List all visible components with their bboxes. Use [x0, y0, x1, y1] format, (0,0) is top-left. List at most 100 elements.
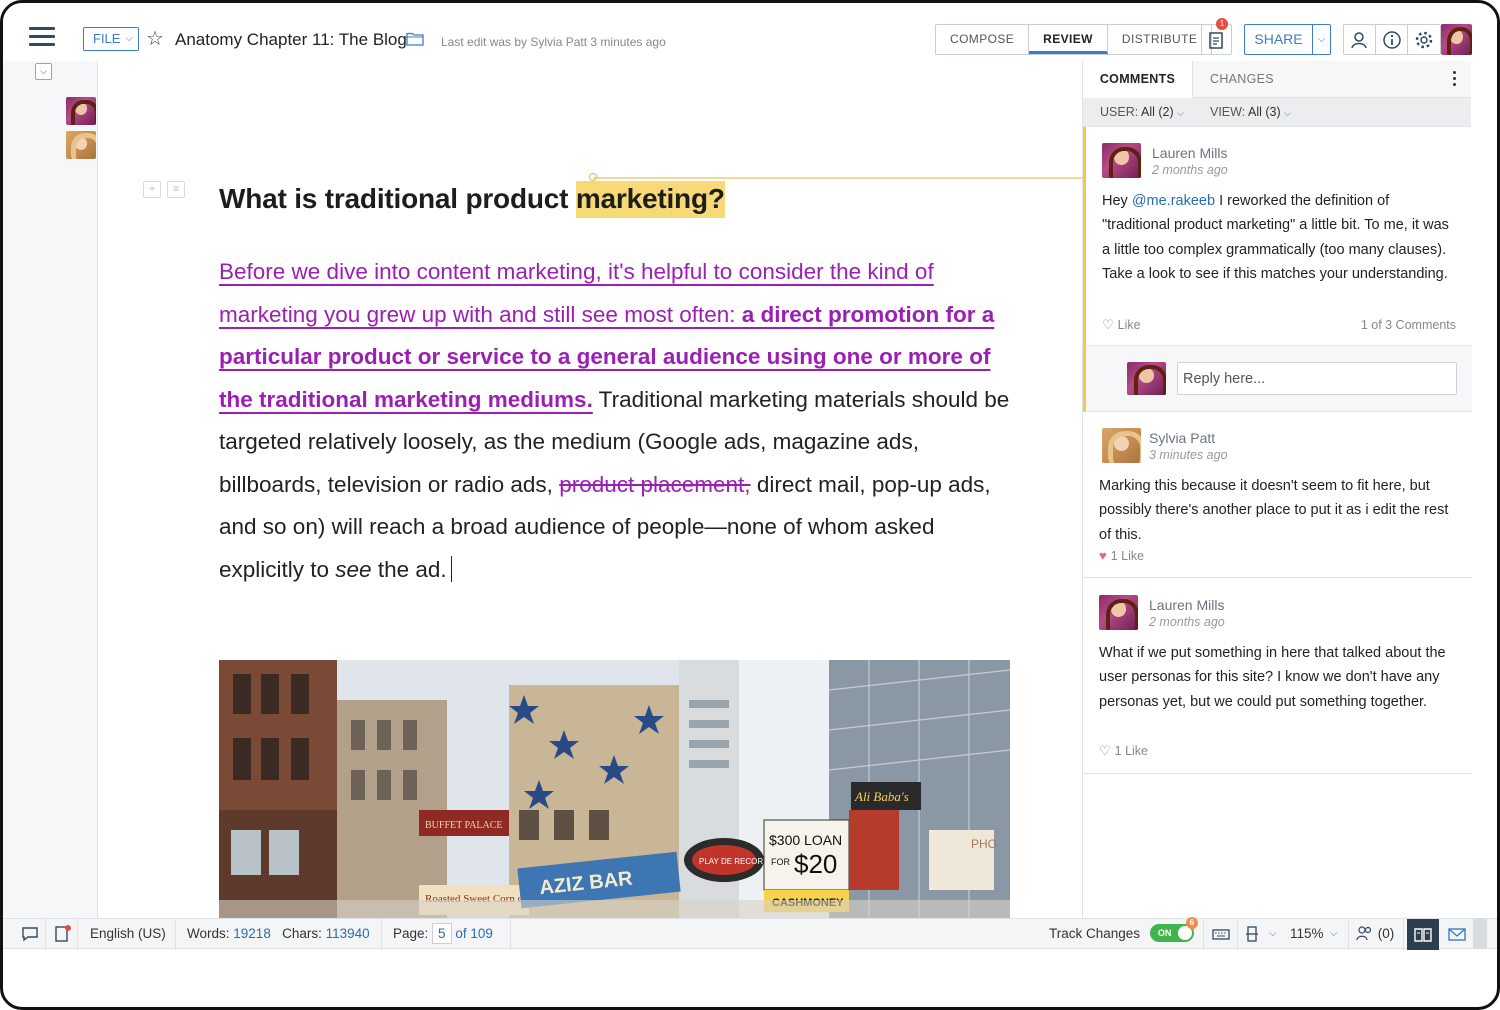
- gear-icon: [1415, 31, 1433, 48]
- heart-filled-icon: ♥: [1099, 548, 1107, 563]
- document-editor[interactable]: + ≡ What is traditional product marketin…: [99, 61, 1081, 918]
- sign-twenty: $20: [794, 849, 837, 879]
- divider: [1403, 919, 1404, 950]
- like-label: 1 Like: [1110, 549, 1145, 563]
- collaborators-count: (0): [1377, 926, 1395, 941]
- divider: [1348, 919, 1349, 950]
- notifications-button[interactable]: 1: [1201, 18, 1232, 55]
- document-error-icon[interactable]: [53, 925, 73, 943]
- avatar: [1127, 362, 1166, 395]
- comment-counter: 1 of 3 Comments: [1360, 318, 1456, 332]
- chevron-down-icon[interactable]: ⌵: [1269, 919, 1277, 950]
- tab-review[interactable]: REVIEW: [1029, 25, 1108, 54]
- commented-highlight[interactable]: marketing?: [575, 181, 725, 218]
- scrollbar[interactable]: [1473, 918, 1487, 949]
- user-mention-link[interactable]: @me.rakeeb: [1132, 193, 1215, 209]
- current-user-avatar[interactable]: [1441, 24, 1472, 55]
- track-changes-toggle[interactable]: ON 6: [1149, 917, 1198, 942]
- add-block-icon[interactable]: +: [143, 181, 161, 198]
- settings-button[interactable]: [1408, 25, 1440, 54]
- tab-comments[interactable]: COMMENTS: [1083, 61, 1193, 98]
- star-icon[interactable]: ☆: [146, 27, 164, 51]
- view-filter-dropdown[interactable]: VIEW: All (3) ⌵: [1210, 105, 1291, 119]
- sign-buffet-palace: BUFFET PALACE: [425, 820, 503, 831]
- chevron-down-icon: ⌵: [1284, 108, 1291, 118]
- like-button[interactable]: ♡ Like: [1102, 317, 1141, 333]
- words-label: Words:: [187, 926, 230, 941]
- folder-icon[interactable]: [406, 31, 424, 46]
- like-label: Like: [1117, 318, 1141, 332]
- comments-panel: COMMENTS CHANGES USER: All (2) ⌵ VIEW: A…: [1082, 61, 1472, 918]
- user-filter-dropdown[interactable]: USER: All (2) ⌵: [1100, 105, 1184, 119]
- divider: [381, 919, 382, 950]
- envelope-icon[interactable]: [1447, 925, 1467, 943]
- comment-author: Lauren Mills: [1149, 597, 1225, 613]
- reply-input[interactable]: [1177, 362, 1457, 395]
- page-input[interactable]: 5: [432, 923, 452, 944]
- chevron-down-icon[interactable]: ⌵: [1330, 919, 1338, 950]
- heart-icon: ♡: [1099, 743, 1111, 758]
- file-menu-label: FILE: [93, 31, 121, 46]
- comment-card[interactable]: Sylvia Patt 3 minutes ago Marking this b…: [1083, 412, 1472, 578]
- info-button[interactable]: [1376, 25, 1408, 54]
- page-layout-icon[interactable]: [1244, 925, 1264, 943]
- avatar: [1102, 428, 1141, 463]
- file-menu-button[interactable]: FILE ⌵: [83, 27, 139, 51]
- changes-badge: 6: [1185, 917, 1198, 929]
- chat-bubble-icon[interactable]: [20, 925, 40, 943]
- tab-changes[interactable]: CHANGES: [1210, 61, 1274, 98]
- like-button[interactable]: ♥ 1 Like: [1099, 548, 1144, 563]
- users-icon: [1356, 926, 1372, 941]
- share-label: SHARE: [1245, 25, 1313, 54]
- page-total: of 109: [455, 926, 493, 941]
- tab-distribute[interactable]: DISTRIBUTE: [1108, 25, 1211, 54]
- keyboard-icon[interactable]: [1211, 925, 1231, 943]
- comment-time: 2 months ago: [1149, 615, 1225, 629]
- app-window: FILE ⌵ ☆ Anatomy Chapter 11: The Blog La…: [0, 0, 1500, 1010]
- chevron-down-icon: ⌵: [1177, 108, 1184, 118]
- status-bar: English (US) Words: 19218 Chars: 113940 …: [3, 917, 1497, 950]
- more-options-icon[interactable]: [1453, 71, 1457, 89]
- chars-value: 113940: [325, 926, 370, 941]
- heading-text: What is traditional product: [219, 183, 576, 214]
- italic-text: see: [335, 556, 372, 582]
- zoom-level[interactable]: 115%: [1290, 919, 1324, 950]
- collaborator-avatar-lauren[interactable]: [66, 97, 96, 125]
- comment-text: What if we put something in here that ta…: [1099, 645, 1446, 710]
- share-dropdown-chevron-icon[interactable]: ⌵: [1313, 25, 1330, 54]
- word-count: Words: 19218 Chars: 113940: [187, 919, 370, 950]
- utility-icons: [1343, 24, 1441, 55]
- paragraph-style-icon[interactable]: ≡: [167, 181, 185, 198]
- sign-pho: PHO: [971, 837, 997, 851]
- document-title[interactable]: Anatomy Chapter 11: The Blog: [175, 30, 407, 50]
- language-selector[interactable]: English (US): [90, 919, 166, 950]
- document-heading[interactable]: What is traditional product marketing?: [219, 181, 725, 218]
- like-button[interactable]: ♡ 1 Like: [1099, 743, 1148, 759]
- hamburger-menu-icon[interactable]: [29, 27, 55, 47]
- share-button[interactable]: SHARE ⌵: [1244, 24, 1331, 55]
- document-paragraph[interactable]: Before we dive into content marketing, i…: [219, 251, 1019, 591]
- comment-card[interactable]: Lauren Mills 2 months ago Hey @me.rakeeb…: [1083, 127, 1472, 412]
- collaborator-avatar-sylvia[interactable]: [66, 131, 96, 159]
- street-photo[interactable]: BUFFET PALACE Roasted Sweet Corn on the …: [219, 660, 1010, 918]
- tab-compose[interactable]: COMPOSE: [936, 25, 1030, 54]
- page-indicator: Page: 5 of 109: [393, 919, 493, 950]
- chevron-down-icon: ⌵: [125, 33, 133, 44]
- book-icon: [1414, 927, 1432, 942]
- track-changes-control: Track Changes ON 6: [1049, 917, 1198, 950]
- collaborators-indicator[interactable]: (0): [1356, 919, 1394, 950]
- sign-ali-babas: Ali Baba's: [854, 789, 909, 804]
- comment-author: Lauren Mills: [1152, 145, 1228, 161]
- chevron-down-icon[interactable]: ⌵: [35, 63, 52, 80]
- comment-filters: USER: All (2) ⌵ VIEW: All (3) ⌵: [1083, 98, 1471, 127]
- comment-connector-line: [593, 177, 1083, 179]
- track-changes-label: Track Changes: [1049, 926, 1141, 941]
- last-edit-status: Last edit was by Sylvia Patt 3 minutes a…: [441, 35, 666, 49]
- comment-text: Hey @me.rakeeb I reworked the definition…: [1102, 189, 1454, 286]
- search-users-button[interactable]: [1344, 25, 1376, 54]
- comment-card[interactable]: Lauren Mills 2 months ago What if we put…: [1083, 579, 1472, 774]
- sign-loan: $300 LOAN: [769, 832, 842, 848]
- tracked-deletion[interactable]: product placement,: [559, 472, 750, 497]
- reading-view-button[interactable]: [1407, 919, 1439, 950]
- panel-tabs: COMMENTS CHANGES: [1083, 61, 1471, 98]
